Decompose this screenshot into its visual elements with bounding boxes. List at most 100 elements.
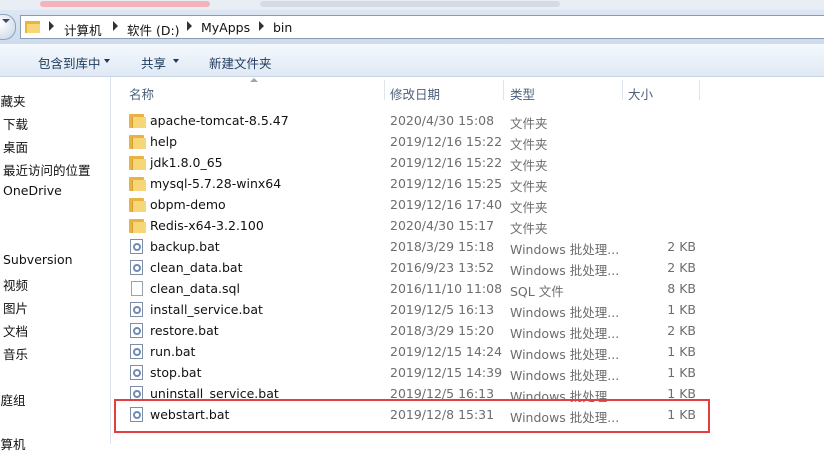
file-type: Windows 批处理... (510, 305, 620, 320)
file-list: 名称 修改日期 类型 大小 apache-tomcat-8.5.47 2020/4… (111, 77, 824, 444)
file-type: 文件夹 (510, 158, 548, 173)
column-divider[interactable] (622, 80, 623, 100)
breadcrumb-chevron-icon[interactable] (49, 21, 54, 31)
batch-file-icon (129, 344, 145, 360)
highlight-box (114, 399, 710, 433)
folder-icon (129, 176, 146, 192)
nav-recent-places[interactable]: 最近访问的位置 (3, 160, 91, 179)
file-name: stop.bat (150, 365, 202, 380)
file-name: obpm-demo (150, 197, 226, 212)
chevron-down-icon[interactable] (104, 59, 110, 63)
column-header-name[interactable]: 名称 (129, 84, 154, 103)
file-name: help (150, 134, 178, 149)
file-type: 文件夹 (510, 200, 548, 215)
nav-favorites[interactable]: 收藏夹 (0, 91, 26, 110)
breadcrumb-computer[interactable]: 计算机 (64, 20, 102, 39)
file-name: apache-tomcat-8.5.47 (150, 113, 289, 128)
file-date: 2020/4/30 15:17 (390, 218, 495, 233)
file-row[interactable]: help 2019/12/16 15:22 文件夹 (111, 131, 824, 152)
folder-icon (25, 21, 40, 33)
file-date: 2019/12/16 15:22 (390, 134, 503, 149)
file-row[interactable]: mysql-5.7.28-winx64 2019/12/16 15:25 文件夹 (111, 173, 824, 194)
address-bar[interactable]: 计算机 软件 (D:) MyApps bin (20, 15, 824, 39)
blurred-tab (40, 1, 210, 7)
file-date: 2018/3/29 15:18 (390, 239, 495, 254)
nav-documents[interactable]: 文档 (3, 321, 28, 340)
file-date: 2019/12/16 15:25 (390, 176, 503, 191)
command-bar: 包含到库中 共享 新建文件夹 (0, 44, 824, 77)
file-name: restore.bat (150, 323, 219, 338)
file-row[interactable]: install_service.bat 2019/12/5 16:13 Window… (111, 299, 824, 320)
nav-music[interactable]: 音乐 (3, 344, 28, 363)
file-name: backup.bat (150, 239, 220, 254)
file-row[interactable]: apache-tomcat-8.5.47 2020/4/30 15:08 文件夹 (111, 110, 824, 131)
file-type: Windows 批处理... (510, 326, 620, 341)
column-divider[interactable] (384, 80, 385, 100)
new-folder-button[interactable]: 新建文件夹 (209, 53, 272, 72)
breadcrumb-bin[interactable]: bin (273, 20, 292, 35)
batch-file-icon (129, 302, 145, 318)
file-date: 2019/12/5 16:13 (390, 302, 495, 317)
file-row[interactable]: run.bat 2019/12/15 14:24 Windows 批处理... 1 K… (111, 341, 824, 362)
file-date: 2019/12/16 17:40 (390, 197, 503, 212)
document-icon (129, 281, 145, 297)
file-name: clean_data.sql (150, 281, 240, 296)
back-button[interactable] (0, 14, 16, 40)
file-size: 1 KB (667, 365, 696, 380)
breadcrumb-myapps[interactable]: MyApps (201, 20, 250, 35)
file-date: 2019/12/16 15:22 (390, 155, 503, 170)
file-row[interactable]: stop.bat 2019/12/15 14:39 Windows 批处理... 1 … (111, 362, 824, 383)
file-date: 2019/12/15 14:24 (390, 344, 503, 359)
file-date: 2016/11/10 11:08 (390, 281, 503, 296)
file-row[interactable]: obpm-demo 2019/12/16 17:40 文件夹 (111, 194, 824, 215)
nav-pictures[interactable]: 图片 (3, 298, 28, 317)
column-header-type[interactable]: 类型 (510, 84, 535, 103)
file-type: SQL 文件 (510, 284, 564, 299)
folder-icon (129, 134, 146, 150)
column-divider[interactable] (503, 80, 504, 100)
file-row[interactable]: jdk1.8.0_65 2019/12/16 15:22 文件夹 (111, 152, 824, 173)
file-type: Windows 批处理... (510, 368, 620, 383)
nav-onedrive[interactable]: OneDrive (3, 183, 62, 198)
nav-downloads[interactable]: 下载 (3, 114, 28, 133)
file-date: 2019/12/15 14:39 (390, 365, 503, 380)
nav-videos[interactable]: 视频 (3, 275, 28, 294)
folder-icon (129, 113, 146, 129)
breadcrumb-chevron-icon[interactable] (187, 21, 192, 31)
chevron-down-icon[interactable] (173, 59, 179, 63)
file-type: Windows 批处理... (510, 347, 620, 362)
chevron-down-icon[interactable] (2, 19, 10, 23)
file-row[interactable]: Redis-x64-3.2.100 2020/4/30 15:17 文件夹 (111, 215, 824, 236)
address-bar-row: 计算机 软件 (D:) MyApps bin (0, 10, 824, 44)
column-header-size[interactable]: 大小 (628, 84, 653, 103)
column-header-date[interactable]: 修改日期 (390, 84, 440, 103)
file-row[interactable]: restore.bat 2018/3/29 15:20 Windows 批处理...… (111, 320, 824, 341)
column-divider[interactable] (699, 80, 700, 100)
nav-subversion[interactable]: Subversion (3, 252, 73, 267)
breadcrumb-chevron-icon[interactable] (259, 21, 264, 31)
file-name: run.bat (150, 344, 196, 359)
nav-desktop[interactable]: 桌面 (3, 137, 28, 156)
title-bar (0, 0, 824, 10)
nav-libraries[interactable]: 库 (0, 228, 1, 247)
share-button[interactable]: 共享 (141, 53, 166, 72)
sort-ascending-icon (250, 78, 258, 82)
nav-homegroup[interactable]: 家庭组 (0, 390, 26, 409)
file-type: Windows 批处理... (510, 263, 620, 278)
file-type: Windows 批处理... (510, 242, 620, 257)
file-size: 1 KB (667, 302, 696, 317)
navigation-pane: 收藏夹 下载 桌面 最近访问的位置 OneDrive 库 Subversion … (0, 77, 111, 452)
file-name: Redis-x64-3.2.100 (150, 218, 264, 233)
include-in-library-button[interactable]: 包含到库中 (38, 53, 101, 72)
breadcrumb-drive-d[interactable]: 软件 (D:) (127, 20, 180, 39)
file-date: 2016/9/23 13:52 (390, 260, 495, 275)
file-row[interactable]: clean_data.sql 2016/11/10 11:08 SQL 文件 8 KB (111, 278, 824, 299)
file-date: 2020/4/30 15:08 (390, 113, 495, 128)
file-row[interactable]: backup.bat 2018/3/29 15:18 Windows 批处理... 2… (111, 236, 824, 257)
file-name: jdk1.8.0_65 (150, 155, 223, 170)
folder-icon (129, 218, 146, 234)
breadcrumb-chevron-icon[interactable] (113, 21, 118, 31)
file-row[interactable]: clean_data.bat 2016/9/23 13:52 Windows 批处理… (111, 257, 824, 278)
file-size: 2 KB (667, 239, 696, 254)
file-size: 8 KB (667, 281, 696, 296)
